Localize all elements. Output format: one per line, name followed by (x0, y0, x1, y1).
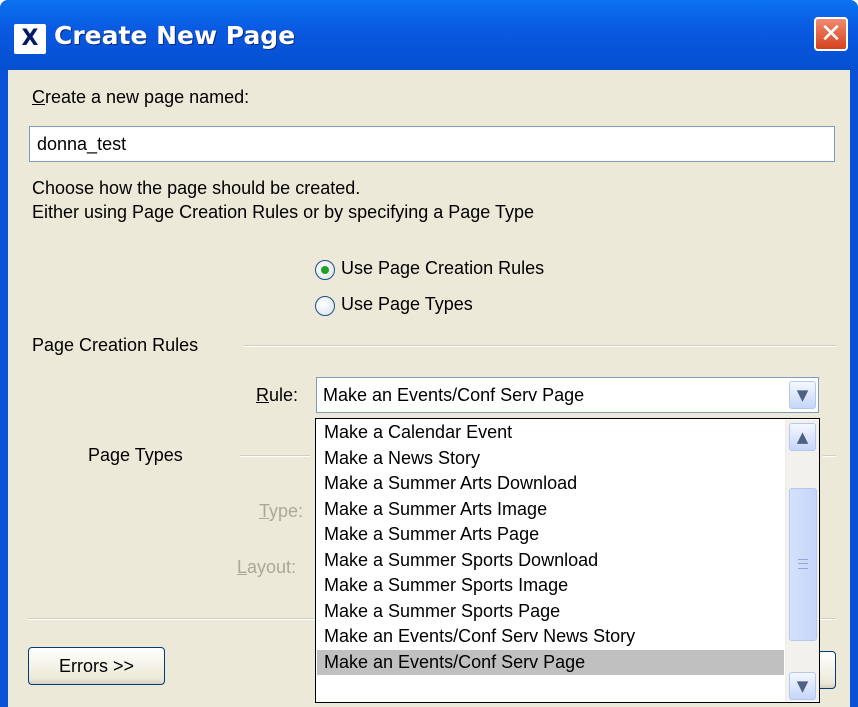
close-button[interactable]: ✕ (814, 17, 848, 51)
rule-dropdown-button[interactable]: ▼ (789, 381, 816, 409)
rule-select[interactable]: Make an Events/Conf Serv Page ▼ (316, 377, 819, 413)
rule-dropdown-list[interactable]: Make a Calendar Event Make a News Story Ma… (315, 418, 820, 703)
radio-use-types-label[interactable]: Use Page Types (341, 294, 473, 315)
app-icon: X (14, 24, 46, 54)
rules-group-title: Page Creation Rules (32, 335, 199, 355)
dropdown-item[interactable]: Make a Summer Arts Download (317, 471, 784, 496)
rule-select-value: Make an Events/Conf Serv Page (323, 385, 585, 405)
chevron-up-icon: ▲ (796, 428, 809, 446)
name-label: Create a new page named: (32, 87, 250, 107)
chevron-down-icon: ▼ (796, 677, 809, 695)
bottom-separator-right (821, 618, 836, 620)
rule-label: Rule: (256, 385, 299, 405)
dropdown-item[interactable]: Make an Events/Conf Serv News Story (317, 624, 784, 649)
dropdown-item[interactable]: Make a Summer Arts Page (317, 522, 784, 547)
types-group-title: Page Types (88, 445, 183, 465)
dialog-body: Create a new page named: donna_test Choo… (8, 70, 850, 707)
type-label-text: ype: (269, 501, 304, 521)
instructions-line-2: Either using Page Creation Rules or by s… (32, 202, 534, 222)
title-bar[interactable]: X Create New Page ✕ (0, 0, 858, 70)
radio-use-rules-label[interactable]: Use Page Creation Rules (341, 258, 544, 279)
types-group-divider-left (240, 455, 310, 457)
dropdown-scrollbar[interactable]: ▲ ▼ (785, 420, 819, 701)
grip-icon (798, 559, 808, 569)
close-icon: ✕ (820, 19, 842, 49)
layout-label: Layout: (237, 557, 297, 577)
scroll-down-button[interactable]: ▼ (789, 672, 816, 700)
dialog-window: X Create New Page ✕ Create a new page na… (0, 0, 858, 707)
rules-group-divider (244, 345, 836, 347)
dropdown-item[interactable]: Make an Events/Conf Serv Page (317, 649, 784, 675)
dropdown-item[interactable]: Make a Summer Sports Image (317, 573, 784, 598)
dropdown-item[interactable]: Make a Summer Arts Image (317, 497, 784, 522)
layout-label-text: ayout: (247, 557, 297, 577)
radio-selected-dot (321, 266, 329, 274)
instructions-line-1: Choose how the page should be created. (32, 178, 361, 198)
radio-use-types[interactable] (315, 296, 335, 316)
errors-button[interactable]: Errors >> (28, 647, 165, 685)
dropdown-item[interactable]: Make a Summer Sports Download (317, 548, 784, 573)
page-name-input[interactable]: donna_test (29, 126, 835, 162)
dropdown-item[interactable]: Make a Calendar Event (317, 420, 784, 445)
bottom-separator-left (29, 618, 315, 620)
scroll-up-button[interactable]: ▲ (789, 423, 816, 451)
chevron-down-icon: ▼ (796, 386, 809, 404)
dropdown-item[interactable]: Make a News Story (317, 446, 784, 471)
radio-use-rules[interactable] (315, 260, 335, 280)
scroll-thumb[interactable] (789, 488, 817, 641)
name-label-text: reate a new page named: (45, 87, 250, 107)
rule-label-text: ule: (269, 385, 299, 405)
type-label: Type: (259, 501, 304, 521)
dropdown-item[interactable]: Make a Summer Sports Page (317, 599, 784, 624)
types-group-divider-right (823, 455, 836, 457)
window-title: Create New Page (54, 21, 296, 50)
